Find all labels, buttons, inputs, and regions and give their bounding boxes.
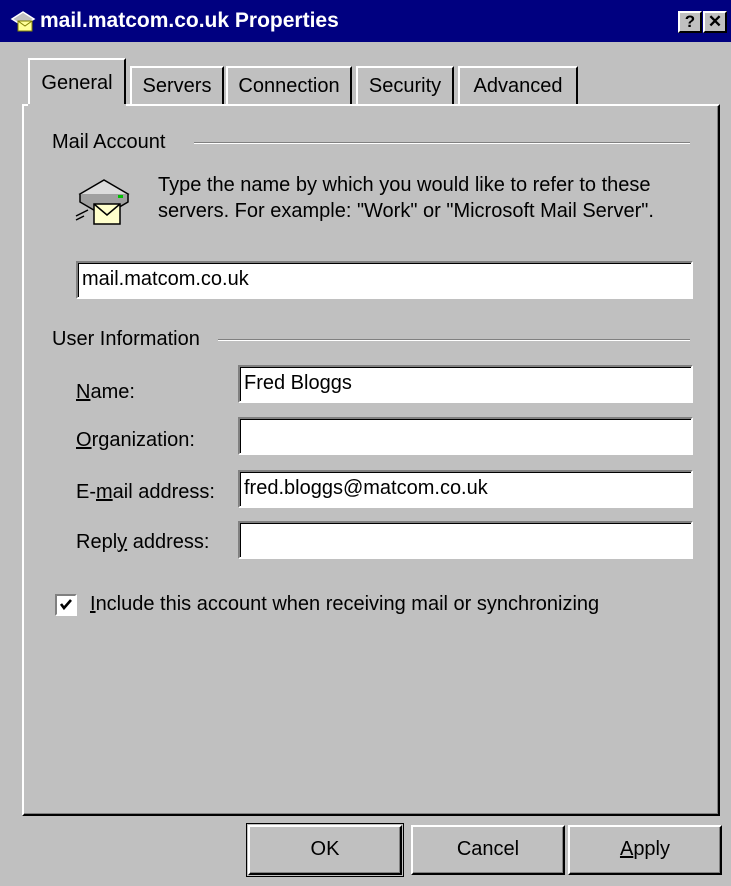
account-name-value: mail.matcom.co.uk xyxy=(78,263,691,297)
include-label-text: nclude this account when receiving mail … xyxy=(95,593,600,615)
reply-label: Reply address: xyxy=(76,530,209,554)
title-bar[interactable]: mail.matcom.co.uk Properties ? ✕ xyxy=(0,0,731,42)
reply-label-prefix: Repl xyxy=(76,531,118,553)
reply-address-input[interactable] xyxy=(238,521,693,559)
name-label: Name: xyxy=(76,381,135,403)
checkmark-icon xyxy=(59,599,72,611)
mail-account-divider xyxy=(194,142,690,144)
account-name-input[interactable]: mail.matcom.co.uk xyxy=(76,261,693,299)
mail-server-icon xyxy=(74,170,134,232)
tab-security[interactable]: Security xyxy=(356,66,454,108)
user-information-heading: User Information xyxy=(52,327,208,351)
name-label-text: ame: xyxy=(90,381,135,403)
mail-account-icon xyxy=(10,9,36,33)
cancel-button-bevel xyxy=(413,827,563,873)
include-account-label[interactable]: Include this account when receiving mail… xyxy=(90,592,599,616)
email-label-prefix: E- xyxy=(76,481,96,503)
reply-label-accel: y xyxy=(117,531,128,553)
tab-servers[interactable]: Servers xyxy=(130,66,224,108)
window-title: mail.matcom.co.uk Properties xyxy=(40,9,339,32)
tab-advanced[interactable]: Advanced xyxy=(458,66,578,108)
email-value: fred.bloggs@matcom.co.uk xyxy=(240,472,691,506)
organization-label-text: rganization: xyxy=(91,429,195,451)
email-label-suffix: ail address: xyxy=(112,481,215,503)
user-information-divider xyxy=(218,339,690,341)
organization-label: Organization: xyxy=(76,429,195,451)
help-icon: ? xyxy=(684,12,696,31)
email-input[interactable]: fred.bloggs@matcom.co.uk xyxy=(238,470,693,508)
apply-button-bevel xyxy=(570,827,720,873)
cancel-button[interactable]: Cancel xyxy=(411,825,565,875)
reply-label-suffix: address: xyxy=(127,531,210,553)
mail-account-description: Type the name by which you would like to… xyxy=(158,174,654,222)
tab-general-label: General xyxy=(41,72,113,94)
organization-input[interactable] xyxy=(238,417,693,455)
reply-address-value xyxy=(240,523,691,557)
tab-general[interactable]: General xyxy=(28,58,126,108)
close-button[interactable]: ✕ xyxy=(703,11,727,33)
help-button[interactable]: ? xyxy=(678,11,702,33)
tab-advanced-label: Advanced xyxy=(473,75,563,97)
mail-account-heading: Mail Account xyxy=(52,130,174,154)
ok-button[interactable]: OK xyxy=(248,825,402,875)
ok-button-bevel xyxy=(250,827,400,873)
tab-servers-label: Servers xyxy=(142,75,212,97)
email-label: E-mail address: xyxy=(76,480,215,504)
include-account-checkbox[interactable] xyxy=(55,594,77,616)
apply-button[interactable]: Apply xyxy=(568,825,722,875)
name-value: Fred Bloggs xyxy=(240,367,691,401)
active-tab-joint xyxy=(28,104,126,110)
tab-security-label: Security xyxy=(368,75,442,97)
tab-connection[interactable]: Connection xyxy=(226,66,352,108)
name-input[interactable]: Fred Bloggs xyxy=(238,365,693,403)
email-label-accel: m xyxy=(96,481,113,503)
tab-connection-label: Connection xyxy=(238,75,340,97)
organization-value xyxy=(240,419,691,453)
close-icon: ✕ xyxy=(707,12,723,31)
